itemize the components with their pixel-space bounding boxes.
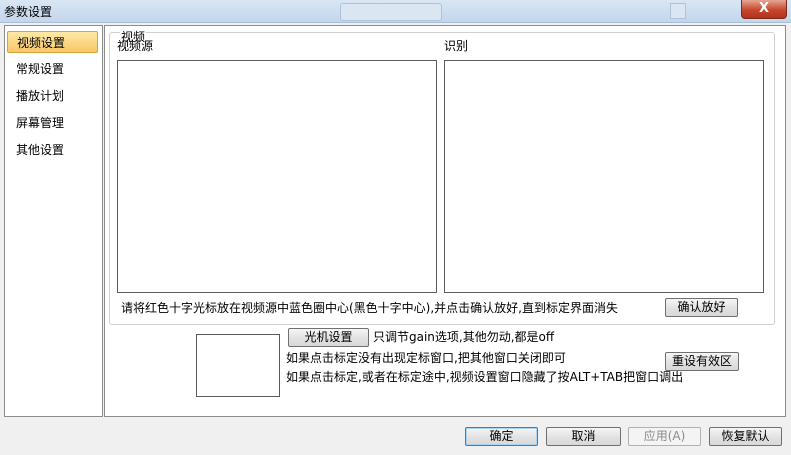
- video-group: 视频 视频源 识别 请将红色十字光标放在视频源中蓝色圈中心(黑色十字中心),并点…: [109, 31, 775, 325]
- calibration-instruction: 请将红色十字光标放在视频源中蓝色圈中心(黑色十字中心),并点击确认放好,直到标定…: [121, 301, 618, 315]
- cancel-button[interactable]: 取消: [546, 427, 621, 446]
- recognize-view[interactable]: [444, 60, 764, 293]
- calibration-hint-2: 如果点击标定,或者在标定途中,视频设置窗口隐藏了按ALT+TAB把窗口调出: [286, 370, 684, 384]
- sidebar-item-play-schedule[interactable]: 播放计划: [7, 85, 98, 107]
- video-settings-panel: 视频 视频源 识别 请将红色十字光标放在视频源中蓝色圈中心(黑色十字中心),并点…: [104, 25, 786, 417]
- title-bar: 参数设置 X: [0, 0, 791, 23]
- video-source-view[interactable]: [117, 60, 437, 293]
- gain-note: 只调节gain选项,其他勿动,都是off: [373, 330, 555, 344]
- settings-nav: 视频设置 常规设置 播放计划 屏幕管理 其他设置: [4, 25, 103, 417]
- window-title: 参数设置: [4, 5, 53, 19]
- video-source-label: 视频源: [117, 39, 154, 53]
- calibration-hint-1: 如果点击标定没有出现定标窗口,把其他窗口关闭即可: [286, 351, 566, 365]
- background-window-field: [340, 3, 442, 21]
- confirm-placement-button[interactable]: 确认放好: [665, 298, 738, 317]
- sidebar-item-screen-management[interactable]: 屏幕管理: [7, 112, 98, 134]
- apply-button[interactable]: 应用(A): [628, 427, 701, 446]
- sidebar-item-general-settings[interactable]: 常规设置: [7, 58, 98, 80]
- sidebar-item-video-settings[interactable]: 视频设置: [7, 31, 98, 53]
- ok-button[interactable]: 确定: [465, 427, 538, 446]
- background-window-button: [670, 3, 686, 19]
- close-button[interactable]: X: [741, 0, 787, 19]
- restore-defaults-button[interactable]: 恢复默认: [709, 427, 782, 446]
- sidebar-item-other-settings[interactable]: 其他设置: [7, 139, 98, 161]
- camera-preview-box: [196, 334, 280, 397]
- close-icon: X: [758, 1, 770, 16]
- recognize-label: 识别: [444, 39, 469, 53]
- projector-settings-button[interactable]: 光机设置: [288, 328, 369, 347]
- reset-active-area-button[interactable]: 重设有效区: [665, 352, 739, 371]
